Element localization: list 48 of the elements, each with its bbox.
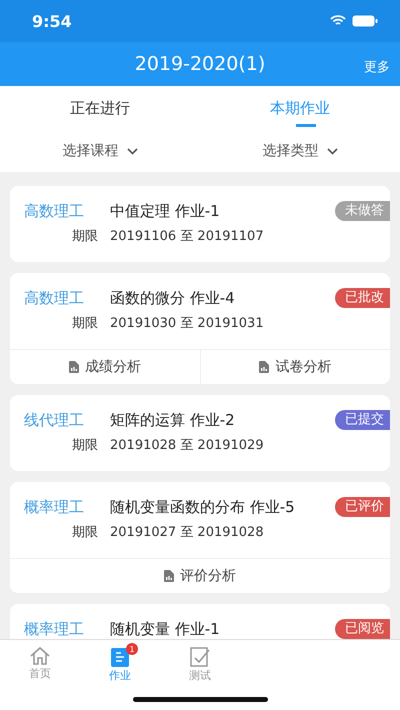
report-icon [259, 361, 270, 373]
filter-dropdown[interactable]: 选择类型 [200, 130, 400, 172]
tab-bar-item[interactable]: 1 作业 [80, 640, 160, 683]
period-label: 期限 [71, 315, 98, 333]
analysis-button[interactable]: 试卷分析 [200, 350, 390, 384]
assignment-title: 函数的微分 作业-4 [110, 288, 236, 308]
course-name: 概率理工 [24, 497, 85, 517]
header-title: 2019-2020(1) [134, 53, 266, 75]
report-icon [68, 361, 79, 373]
chevron-down-icon [326, 148, 338, 154]
period-dates: 20191028 至 20191029 [110, 437, 264, 455]
chevron-down-icon [126, 148, 138, 154]
filter-dropdown[interactable]: 选择课程 [0, 130, 200, 172]
period-dates: 20191106 至 20191107 [110, 228, 264, 246]
period-dates: 20191027 至 20191028 [110, 524, 264, 542]
assignment-card[interactable]: 线代理工 矩阵的运算 作业-2 已提交 期限 20191028 至 20191029 [10, 395, 390, 471]
status-badge: 已批改 [335, 288, 390, 308]
status-badge: 已评价 [335, 497, 390, 517]
notification-badge: 1 [126, 643, 138, 655]
course-name: 线代理工 [24, 410, 85, 430]
assignment-title: 随机变量 作业-1 [110, 619, 221, 639]
assignment-card[interactable]: 高数理工 函数的微分 作业-4 已批改 期限 20191030 至 20191031 成绩分析 试卷分析 [10, 273, 390, 384]
report-icon [164, 570, 174, 582]
period-dates: 20191030 至 20191031 [110, 315, 264, 333]
assignment-card[interactable]: 高数理工 中值定理 作业-1 未做答 期限 20191106 至 20191107 [10, 186, 390, 262]
assignment-card[interactable]: 概率理工 随机变量 作业-1 已阅览 [10, 604, 390, 639]
analysis-button[interactable]: 评价分析 [10, 559, 390, 593]
period-label: 期限 [71, 437, 98, 455]
tab[interactable]: 正在进行 [0, 86, 200, 130]
status-badge: 已阅览 [335, 619, 390, 639]
status-badge: 已提交 [335, 410, 390, 430]
course-name: 高数理工 [24, 201, 85, 221]
status-badge: 未做答 [335, 201, 390, 221]
wifi-icon [330, 15, 346, 27]
assignment-card[interactable]: 概率理工 随机变量函数的分布 作业-5 已评价 期限 20191027 至 20191028 评价分析 [10, 482, 390, 593]
battery-icon [352, 15, 378, 27]
clipboard-icon [110, 646, 130, 668]
home-icon [29, 646, 51, 666]
period-label: 期限 [71, 228, 98, 246]
assignment-title: 矩阵的运算 作业-2 [110, 410, 236, 430]
course-name: 高数理工 [24, 288, 85, 308]
status-time: 9:54 [32, 12, 72, 30]
course-name: 概率理工 [24, 619, 85, 639]
assignment-title: 随机变量函数的分布 作业-5 [110, 497, 296, 517]
assignment-title: 中值定理 作业-1 [110, 201, 221, 221]
analysis-button[interactable]: 成绩分析 [10, 350, 200, 384]
checklist-icon [189, 646, 211, 668]
period-label: 期限 [71, 524, 98, 542]
